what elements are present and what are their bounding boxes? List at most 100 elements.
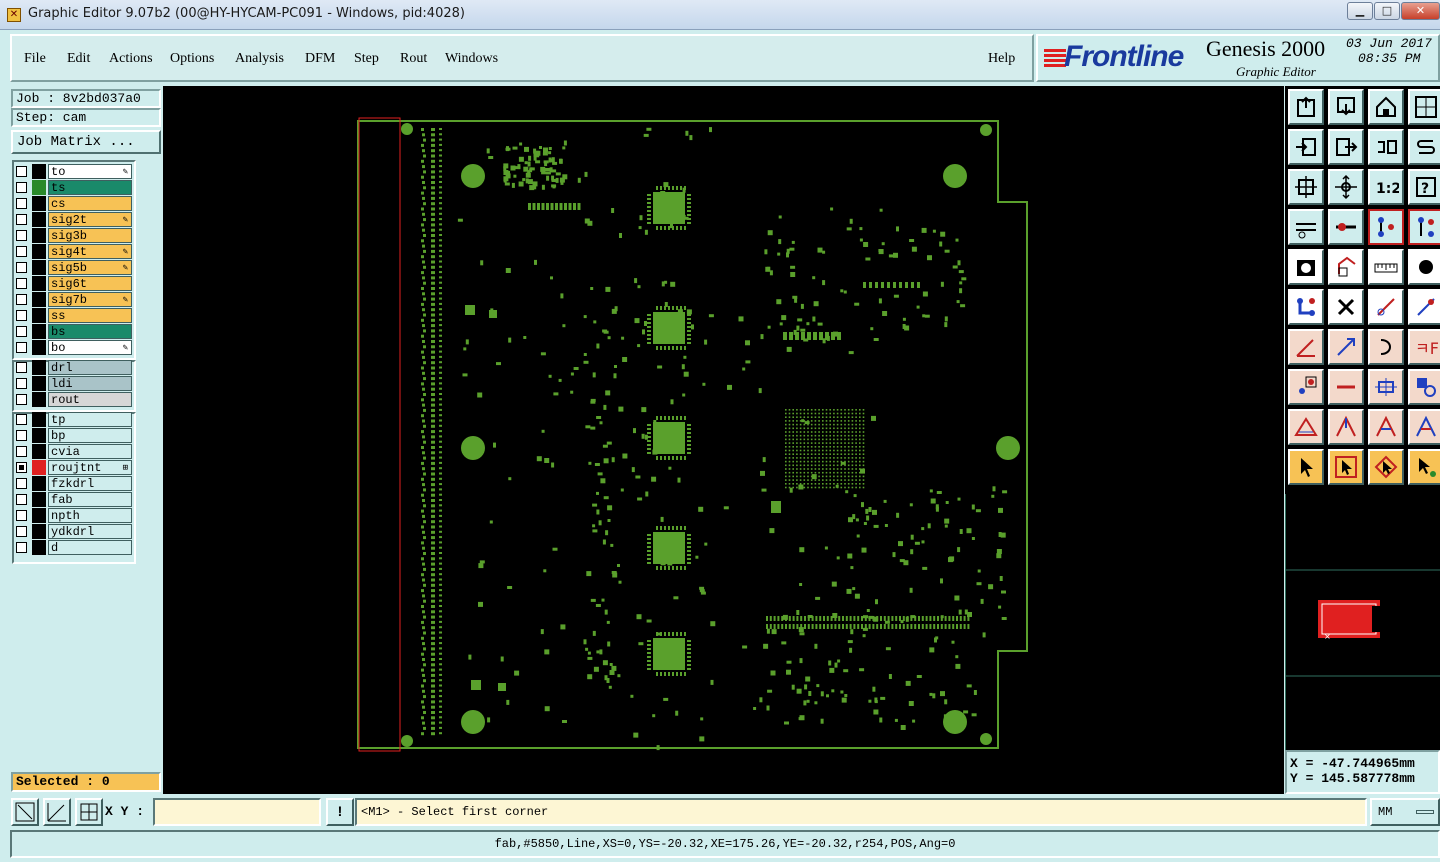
layer-row-cs[interactable]: cs <box>12 196 136 211</box>
net-highlight-tool-button[interactable] <box>1408 209 1440 245</box>
menu-step[interactable]: Step <box>354 51 379 67</box>
measure-button[interactable] <box>43 798 71 826</box>
layer-row-sig6t[interactable]: sig6t <box>12 276 136 291</box>
triangle-tool-button[interactable] <box>1288 409 1324 445</box>
pointer-frame-tool-button[interactable] <box>1368 449 1404 485</box>
layer-color-swatch[interactable] <box>32 292 46 307</box>
layer-name[interactable]: fab <box>48 492 132 507</box>
layer-checkbox[interactable] <box>16 362 27 373</box>
layer-row-fab[interactable]: fab <box>12 492 136 507</box>
layer-name[interactable]: cvia <box>48 444 132 459</box>
layer-row-ldi[interactable]: ldi <box>12 376 136 391</box>
layer-color-swatch[interactable] <box>32 228 46 243</box>
layer-color-swatch[interactable] <box>32 492 46 507</box>
layer-name[interactable]: sig3b <box>48 228 132 243</box>
panel-tool-button[interactable] <box>1408 89 1440 125</box>
layer-color-swatch[interactable] <box>32 376 46 391</box>
layer-checkbox[interactable] <box>16 394 27 405</box>
menu-actions[interactable]: Actions <box>109 51 153 67</box>
layer-checkbox[interactable] <box>16 182 27 193</box>
layer-name[interactable]: ss <box>48 308 132 323</box>
layer-row-sig4t[interactable]: sig4t ✎ <box>12 244 136 259</box>
net-tool-button[interactable] <box>1368 209 1404 245</box>
arrow-line-tool-button[interactable] <box>1328 329 1364 365</box>
layer-color-swatch[interactable] <box>32 308 46 323</box>
layer-checkbox[interactable] <box>16 510 27 521</box>
layer-name[interactable]: cs <box>48 196 132 211</box>
layer-name[interactable]: bp <box>48 428 132 443</box>
layer-name[interactable]: d <box>48 540 132 555</box>
pointer-tool-button[interactable] <box>1288 449 1324 485</box>
snap-tool-button[interactable] <box>1288 209 1324 245</box>
layer-row-sig2t[interactable]: sig2t ✎ <box>12 212 136 227</box>
layer-row-cvia[interactable]: cvia <box>12 444 136 459</box>
layer-row-bs[interactable]: bs <box>12 324 136 339</box>
arc-tool-button[interactable] <box>1368 329 1404 365</box>
layer-checkbox[interactable] <box>16 494 27 505</box>
layer-color-swatch[interactable] <box>32 212 46 227</box>
step-in-tool-button[interactable] <box>1288 129 1324 165</box>
layer-name[interactable]: rout <box>48 392 132 407</box>
layer-row-ss[interactable]: ss <box>12 308 136 323</box>
layer-row-drl[interactable]: drl <box>12 360 136 375</box>
layer-checkbox[interactable] <box>16 542 27 553</box>
layer-checkbox[interactable] <box>16 198 27 209</box>
layer-checkbox[interactable] <box>16 166 27 177</box>
layer-color-swatch[interactable] <box>32 340 46 355</box>
layer-name[interactable]: sig6t <box>48 276 132 291</box>
layer-checkbox[interactable] <box>16 326 27 337</box>
layer-row-tp[interactable]: tp <box>12 412 136 427</box>
menu-options[interactable]: Options <box>170 51 214 67</box>
alert-button[interactable]: ! <box>326 798 354 826</box>
layer-row-sig5b[interactable]: sig5b ✎ <box>12 260 136 275</box>
maximize-button[interactable]: □ <box>1374 2 1400 20</box>
menu-dfm[interactable]: DFM <box>305 51 335 67</box>
scale-tool-button[interactable]: 1:2 <box>1368 169 1404 205</box>
menu-rout[interactable]: Rout <box>400 51 427 67</box>
pad-tool-button[interactable] <box>1408 249 1440 285</box>
layer-color-swatch[interactable] <box>32 540 46 555</box>
cross-tool-button[interactable] <box>1328 289 1364 325</box>
layer-color-swatch[interactable] <box>32 260 46 275</box>
select-area-tool-button[interactable] <box>1328 249 1364 285</box>
layer-row-npth[interactable]: npth <box>12 508 136 523</box>
polygon-a-tool-button[interactable] <box>1328 409 1364 445</box>
layer-name[interactable]: bs <box>48 324 132 339</box>
layer-name[interactable]: sig7b ✎ <box>48 292 132 307</box>
layer-checkbox[interactable] <box>16 230 27 241</box>
layer-checkbox[interactable] <box>16 430 27 441</box>
layer-color-swatch[interactable] <box>32 524 46 539</box>
polygon-b-tool-button[interactable] <box>1368 409 1404 445</box>
grid-button[interactable] <box>75 798 103 826</box>
home-tool-button[interactable] <box>1368 89 1404 125</box>
polygon-c-tool-button[interactable] <box>1408 409 1440 445</box>
pointer-box-tool-button[interactable] <box>1328 449 1364 485</box>
layer-checkbox[interactable] <box>16 278 27 289</box>
graphic-canvas[interactable] <box>163 86 1284 794</box>
layer-row-ts[interactable]: ts <box>12 180 136 195</box>
layer-row-sig3b[interactable]: sig3b <box>12 228 136 243</box>
save-tool-button[interactable] <box>1328 89 1364 125</box>
layer-color-swatch[interactable] <box>32 392 46 407</box>
close-button[interactable]: ✕ <box>1401 2 1440 20</box>
layer-name[interactable]: to ✎ <box>48 164 132 179</box>
dash-tool-button[interactable] <box>1328 369 1364 405</box>
menu-windows[interactable]: Windows <box>445 51 498 67</box>
open-job-tool-button[interactable] <box>1288 89 1324 125</box>
xy-input[interactable] <box>153 798 321 826</box>
step-out-tool-button[interactable] <box>1328 129 1364 165</box>
layer-checkbox[interactable] <box>16 378 27 389</box>
layer-checkbox[interactable] <box>16 414 27 425</box>
menu-file[interactable]: File <box>24 51 46 67</box>
layer-color-swatch[interactable] <box>32 508 46 523</box>
layer-checkbox[interactable] <box>16 478 27 489</box>
connect-tool-button[interactable] <box>1288 289 1324 325</box>
units-select[interactable]: MM <box>1370 798 1440 826</box>
layer-checkbox[interactable] <box>16 310 27 321</box>
layer-row-to[interactable]: to ✎ <box>12 164 136 179</box>
pointer-step-tool-button[interactable] <box>1408 449 1440 485</box>
layer-row-bp[interactable]: bp <box>12 428 136 443</box>
line-add-tool-button[interactable] <box>1368 289 1404 325</box>
layer-checkbox[interactable] <box>16 262 27 273</box>
ruler-tool-button[interactable] <box>1368 249 1404 285</box>
